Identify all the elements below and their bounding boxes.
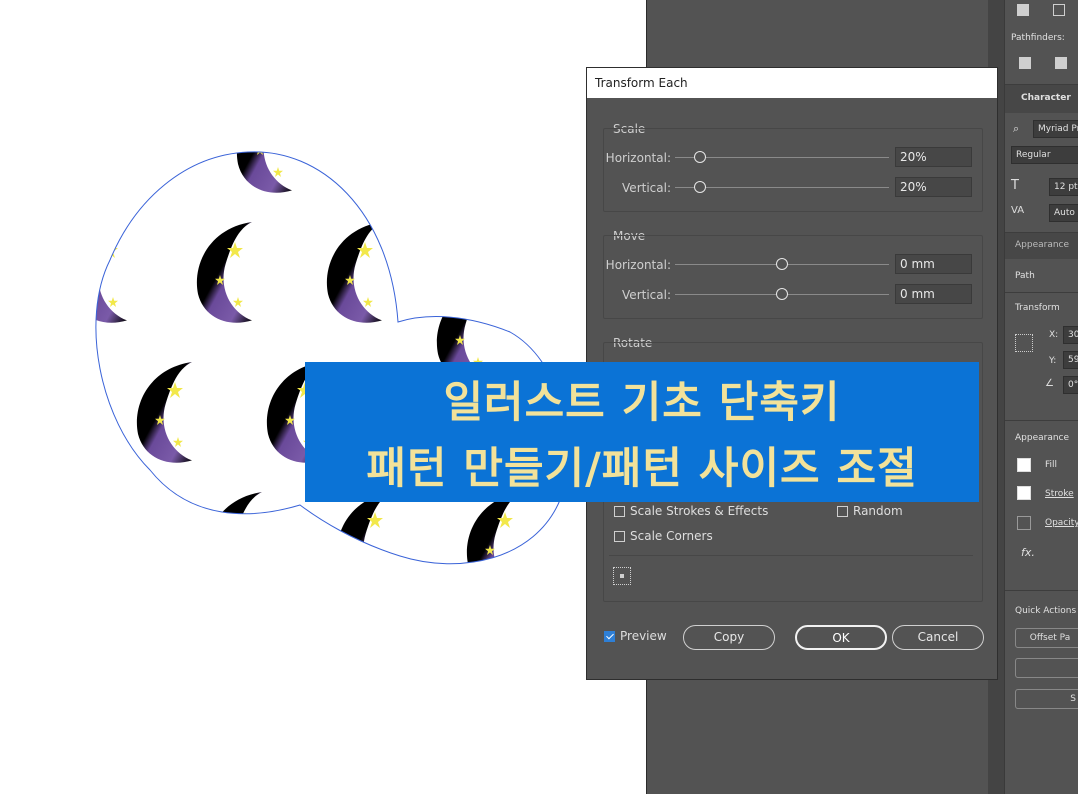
divide-icon[interactable] <box>1019 57 1031 69</box>
x-field[interactable]: 30 <box>1063 326 1078 344</box>
move-vertical-slider[interactable] <box>776 288 788 300</box>
trim-icon[interactable] <box>1055 57 1067 69</box>
scale-corners-label[interactable]: Scale Corners <box>630 529 713 543</box>
font-size-field[interactable]: 12 pt <box>1049 178 1078 196</box>
angle-field[interactable]: 0° <box>1063 376 1078 394</box>
tab-appearance[interactable]: Appearance <box>1015 240 1069 250</box>
path-label: Path <box>1015 271 1035 281</box>
title-banner: 일러스트 기초 단축키 패턴 만들기/패턴 사이즈 조절 <box>305 362 979 502</box>
scale-vertical-track[interactable] <box>675 187 889 188</box>
offset-path-button[interactable]: Offset Pa <box>1015 628 1078 648</box>
random-label[interactable]: Random <box>853 504 903 518</box>
tab-character[interactable]: Character <box>1021 93 1071 103</box>
cancel-button[interactable]: Cancel <box>892 625 984 650</box>
stroke-label[interactable]: Stroke <box>1045 489 1074 499</box>
appearance-label: Appearance <box>1015 433 1070 443</box>
dialog-title[interactable]: Transform Each <box>587 68 997 98</box>
fill-label: Fill <box>1045 460 1058 470</box>
y-field[interactable]: 59 <box>1063 351 1078 369</box>
move-horizontal-slider[interactable] <box>776 258 788 270</box>
quick-actions-label: Quick Actions <box>1015 606 1077 616</box>
pathfinders-label: Pathfinders: <box>1011 33 1065 43</box>
scale-vertical-slider[interactable] <box>694 181 706 193</box>
opacity-label[interactable]: Opacity <box>1045 518 1078 528</box>
scale-horizontal-slider[interactable] <box>694 151 706 163</box>
move-vertical-label: Vertical: <box>622 288 671 302</box>
scale-strokes-checkbox[interactable] <box>614 506 625 517</box>
options-divider <box>609 555 973 556</box>
banner-title-line2: 패턴 만들기/패턴 사이즈 조절 <box>366 444 918 494</box>
x-label: X: <box>1049 330 1059 340</box>
move-group <box>603 235 983 319</box>
scale-horizontal-field[interactable]: 20% <box>895 147 972 167</box>
reference-point-icon[interactable] <box>1015 334 1033 352</box>
tracking-icon: VA <box>1011 205 1025 216</box>
font-size-icon: T <box>1011 178 1019 193</box>
quick-action-button-2[interactable] <box>1015 658 1078 678</box>
scale-strokes-label[interactable]: Scale Strokes & Effects <box>630 504 768 518</box>
tracking-field[interactable]: Auto <box>1049 204 1078 222</box>
font-family-field[interactable]: Myriad Pr <box>1033 120 1078 138</box>
stroke-none-icon[interactable] <box>1017 486 1031 500</box>
properties-panel: Pathfinders: Character ⌕ Myriad Pr Regul… <box>1004 0 1078 794</box>
scale-corners-checkbox[interactable] <box>614 531 625 542</box>
move-vertical-field[interactable]: 0 mm <box>895 284 972 304</box>
minus-front-icon[interactable] <box>1053 4 1065 16</box>
font-style-field[interactable]: Regular <box>1011 146 1078 164</box>
scale-vertical-field[interactable]: 20% <box>895 177 972 197</box>
reference-point-locator-icon[interactable] <box>613 567 631 585</box>
banner-title-line1: 일러스트 기초 단축키 <box>443 378 841 428</box>
copy-button[interactable]: Copy <box>683 625 775 650</box>
transform-label: Transform <box>1015 303 1060 313</box>
scale-vertical-label: Vertical: <box>622 181 671 195</box>
unite-icon[interactable] <box>1017 4 1029 16</box>
random-checkbox[interactable] <box>837 506 848 517</box>
scale-horizontal-label: Horizontal: <box>605 151 671 165</box>
move-horizontal-label: Horizontal: <box>605 258 671 272</box>
preview-checkbox[interactable] <box>604 631 615 642</box>
opacity-icon <box>1017 516 1031 530</box>
angle-icon: ∠ <box>1045 378 1054 389</box>
quick-action-button-s[interactable]: S <box>1015 689 1078 709</box>
move-horizontal-field[interactable]: 0 mm <box>895 254 972 274</box>
preview-label[interactable]: Preview <box>620 629 667 643</box>
scale-horizontal-track[interactable] <box>675 157 889 158</box>
fill-swatch-icon[interactable] <box>1017 458 1031 472</box>
fx-icon[interactable]: fx. <box>1021 546 1035 559</box>
scale-group <box>603 128 983 212</box>
font-search-icon: ⌕ <box>1013 122 1020 135</box>
ok-button[interactable]: OK <box>795 625 887 650</box>
y-label: Y: <box>1049 356 1057 366</box>
